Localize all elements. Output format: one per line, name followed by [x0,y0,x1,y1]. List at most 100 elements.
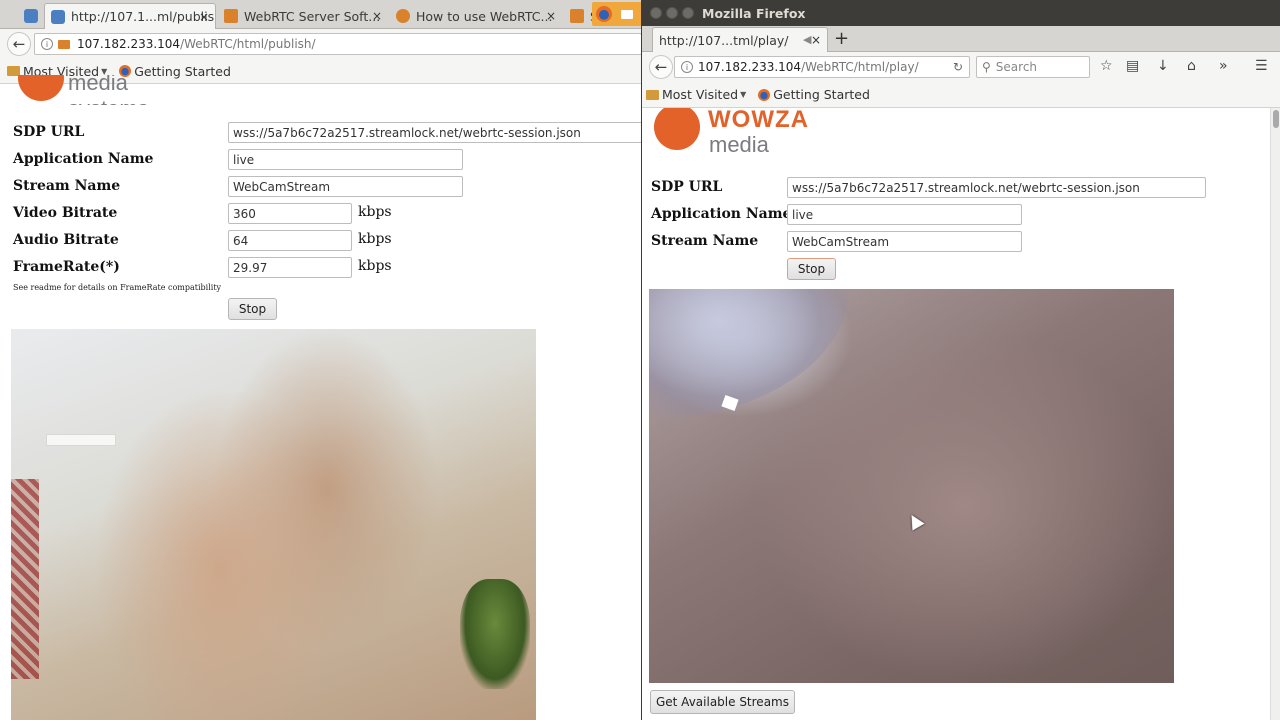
ceiling-light [46,434,116,446]
url-bar[interactable]: i 107.182.233.104/WebRTC/html/play/ ↻ [674,56,970,78]
framerate-unit: kbps [358,258,392,274]
sdp-url-input[interactable]: wss://5a7b6c72a2517.streamlock.net/webrt… [787,177,1206,198]
video-bitrate-label: Video Bitrate [13,205,118,221]
application-name-input[interactable]: live [228,149,463,170]
application-name-label: Application Name [651,206,792,222]
video-bitrate-input[interactable]: 360 [228,203,352,224]
get-available-streams-button[interactable]: Get Available Streams [650,690,795,714]
stream-name-label: Stream Name [651,233,759,249]
info-icon[interactable]: i [681,61,693,73]
wowza-icon [570,9,584,23]
tab-how-to-use[interactable]: How to use WebRTC... × [390,3,562,29]
ceiling-glare [649,289,849,419]
url-host: 107.182.233.104 [77,37,181,51]
tab-label: How to use WebRTC... [416,8,553,24]
framerate-input[interactable]: 29.97 [228,257,352,278]
audio-bitrate-input[interactable]: 64 [228,230,352,251]
play-browser-window: Mozilla Firefox http://107...tml/play/ ◀… [641,0,1280,720]
chevron-down-icon: ▼ [740,90,747,99]
sdp-url-label: SDP URL [651,179,723,195]
page-icon [51,9,65,24]
wowza-swoosh-icon [654,108,700,150]
tab-strip: http://107...tml/play/ ◀ × + [642,26,1280,52]
tab-play[interactable]: http://107...tml/play/ ◀ × [652,27,828,52]
search-icon: ⚲ [982,60,991,74]
video-bitrate-unit: kbps [358,204,392,220]
stream-name-input[interactable]: WebCamStream [228,176,463,197]
close-tab-icon[interactable]: × [372,9,382,23]
camera-icon [620,9,633,19]
logo-tagline: media systems [68,75,149,105]
close-tab-icon[interactable]: × [199,10,209,24]
star-icon[interactable]: ☆ [1100,58,1113,74]
minimize-window-icon[interactable] [666,7,678,19]
remote-video-player[interactable] [649,289,1174,683]
wowza-icon [224,9,238,23]
pinned-tab[interactable] [20,3,42,29]
sdp-url-label: SDP URL [13,124,85,140]
tab-label: http://107.1...ml/publish/ [71,9,216,24]
close-tab-icon[interactable]: × [546,9,556,23]
play-page: WOWZA media systems SDP URL wss://5a7b6c… [642,108,1280,720]
menu-icon[interactable]: ☰ [1255,58,1268,74]
url-path: /WebRTC/html/play/ [801,60,919,74]
download-icon[interactable]: ↓ [1157,58,1169,74]
info-icon[interactable]: i [41,38,53,50]
new-tab-icon[interactable]: + [834,28,849,49]
most-visited-folder[interactable]: Most Visited ▼ [646,87,746,102]
wowza-logo: media systems [18,75,208,105]
camera-icon[interactable] [58,39,70,49]
window-title: Mozilla Firefox [702,5,806,21]
overflow-icon[interactable]: » [1219,58,1228,74]
page-scrollbar[interactable] [1270,108,1280,720]
mouse-cursor-icon [905,511,925,531]
url-bar[interactable]: i 107.182.233.104/WebRTC/html/publish/ [34,33,642,55]
logo-tagline: media systems [709,132,790,160]
tab-strip: http://107.1...ml/publish/ × WebRTC Serv… [0,0,642,29]
framerate-label: FrameRate(*) [13,259,120,275]
maximize-window-icon[interactable] [682,7,694,19]
audio-bitrate-label: Audio Bitrate [13,232,119,248]
back-arrow-icon[interactable]: ← [649,55,673,79]
home-icon[interactable]: ⌂ [1187,58,1196,74]
framerate-note: See readme for details on FrameRate comp… [13,283,222,292]
bookmark-label: Getting Started [773,87,870,102]
search-placeholder: Search [995,60,1038,74]
tab-label: http://107...tml/play/ [659,32,789,48]
publish-page: media systems SDP URL wss://5a7b6c72a251… [0,75,642,720]
url-host: 107.182.233.104 [698,60,802,74]
firefox-icon [596,6,613,22]
back-arrow-icon[interactable]: ← [7,32,31,56]
logo-brand: WOWZA [708,108,809,133]
audio-bitrate-unit: kbps [358,231,392,247]
sharing-indicator[interactable] [592,2,642,26]
reload-icon[interactable]: ↻ [953,60,963,74]
url-path: /WebRTC/html/publish/ [180,37,316,51]
reader-icon[interactable]: ▤ [1126,58,1139,74]
local-video-preview[interactable] [11,329,536,720]
stop-button[interactable]: Stop [228,298,277,320]
folder-icon [646,89,659,100]
close-tab-icon[interactable]: × [811,33,821,47]
bookmark-label: Most Visited [662,87,739,102]
tab-label: WebRTC Server Soft... [244,8,381,24]
tab-webrtc-server[interactable]: WebRTC Server Soft... × [218,3,388,29]
sdp-url-input[interactable]: wss://5a7b6c72a2517.streamlock.net/webrt… [228,122,642,143]
firefox-icon [758,88,771,101]
background-chair [11,479,39,679]
scrollbar-thumb[interactable] [1273,110,1279,128]
wowza-icon [396,9,410,23]
app-icon [24,9,38,23]
getting-started-bookmark[interactable]: Getting Started [758,87,870,102]
stream-name-label: Stream Name [13,178,121,194]
tab-partial[interactable]: S [564,3,592,29]
close-window-icon[interactable] [650,7,662,19]
application-name-input[interactable]: live [787,204,1022,225]
search-input[interactable]: ⚲ Search [976,56,1090,78]
bookmarks-toolbar: Most Visited ▼ Getting Started [642,82,1280,108]
navigation-bar: ← i 107.182.233.104/WebRTC/html/publish/ [0,29,642,59]
stream-name-input[interactable]: WebCamStream [787,231,1022,252]
stop-button[interactable]: Stop [787,258,836,280]
wowza-logo: WOWZA media systems [654,108,854,160]
tab-publish[interactable]: http://107.1...ml/publish/ × [44,3,216,29]
